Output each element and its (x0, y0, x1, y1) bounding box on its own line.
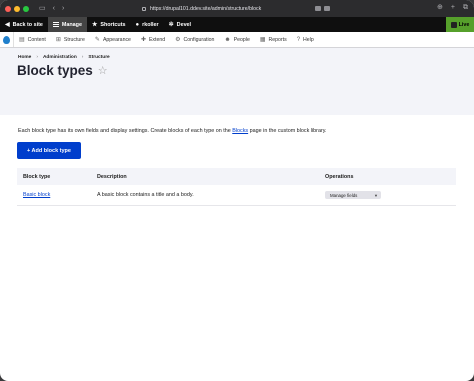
menu-item-people[interactable]: ☻ People (219, 37, 254, 43)
breadcrumb-structure[interactable]: Structure (88, 55, 109, 60)
new-tab-icon[interactable]: + (451, 4, 455, 11)
breadcrumb-separator: › (36, 55, 38, 60)
devel-tab[interactable]: ✲ Devel (164, 17, 196, 32)
user-icon: ● (135, 21, 140, 28)
address-bar[interactable]: https://drupal101.ddev.site/admin/struct… (142, 3, 330, 14)
url-text[interactable]: https://drupal101.ddev.site/admin/struct… (150, 6, 312, 12)
tabs-overview-icon[interactable]: ⧉ (463, 4, 468, 11)
table-row: Basic block A basic block contains a tit… (17, 185, 456, 206)
operations-cell: Manage fields ▼ (325, 191, 456, 199)
manage-label: Manage (61, 21, 82, 28)
lock-icon (142, 6, 146, 11)
structure-icon: ⊞ (55, 37, 61, 43)
menu-item-structure[interactable]: ⊞ Structure (51, 36, 90, 44)
chevron-down-icon[interactable]: ▼ (374, 193, 378, 198)
shortcuts-tab[interactable]: ★ Shortcuts (87, 17, 131, 32)
block-types-table: Block type Description Operations Basic … (17, 168, 456, 206)
breadcrumb-separator: › (81, 55, 84, 60)
environment-icon (450, 21, 457, 28)
description-text-after: page in the custom block library. (248, 128, 327, 134)
breadcrumb-administration[interactable]: Administration (43, 55, 77, 60)
manage-tab[interactable]: Manage (47, 17, 87, 32)
admin-menu-tray: ▤ Content ⊞ Structure ✎ Appearance ✚ Extend … (0, 32, 474, 48)
column-header-description: Description (97, 173, 127, 180)
menu-item-label: Appearance (102, 36, 131, 43)
menu-item-extend[interactable]: ✚ Extend (136, 36, 170, 44)
user-tab[interactable]: ● rkoller (131, 17, 164, 32)
menu-item-label: Extend (148, 36, 166, 43)
drupal-drop-icon (3, 35, 10, 44)
reader-icon[interactable] (324, 6, 330, 11)
menu-item-reports[interactable]: ▦ Reports (255, 36, 292, 44)
menu-item-help[interactable]: ? Help (292, 37, 319, 43)
extension-icon[interactable] (315, 6, 321, 11)
column-header-block-type: Block type (23, 173, 51, 180)
gear-icon: ✲ (168, 22, 174, 28)
drupal-toolbar: ◀ Back to site Manage ★ Shortcuts ● rkol… (0, 17, 474, 32)
back-arrow-icon[interactable]: ‹ (53, 5, 55, 12)
menu-item-label: Content (27, 36, 46, 43)
back-to-site-link[interactable]: ◀ Back to site (0, 17, 48, 32)
menu-item-label: People (233, 36, 250, 43)
breadcrumb: Home › Administration › Structure (18, 55, 110, 60)
extend-icon: ✚ (140, 37, 146, 43)
content-icon: ▤ (19, 37, 25, 43)
menu-item-label: Structure (63, 36, 85, 43)
live-environment-badge[interactable]: Live (446, 17, 474, 32)
description-cell: A basic block contains a title and a bod… (97, 192, 194, 198)
sidebar-toggle-icon[interactable]: ▭ (39, 5, 46, 12)
block-type-cell: Basic block (17, 192, 97, 198)
browser-bar: ▭ ‹ › https://drupal101.ddev.site/admin/… (0, 0, 474, 17)
shortcuts-label: Shortcuts (100, 21, 126, 28)
table-header: Block type Description Operations (17, 168, 456, 185)
page-header: Home › Administration › Structure Block … (0, 48, 474, 115)
user-label: rkoller (142, 21, 159, 28)
close-window-button[interactable] (5, 5, 11, 12)
star-icon: ★ (91, 22, 98, 28)
minimize-window-button[interactable] (14, 5, 20, 12)
browser-window: ▭ ‹ › https://drupal101.ddev.site/admin/… (0, 0, 474, 381)
zoom-window-button[interactable] (23, 5, 29, 12)
menu-item-label: Help (303, 36, 314, 43)
block-type-link[interactable]: Basic block (23, 192, 50, 198)
menu-icon (52, 22, 59, 27)
manage-fields-label: Manage fields (330, 192, 358, 198)
forward-arrow-icon[interactable]: › (62, 5, 64, 12)
description-text-before: Each block type has its own fields and d… (18, 128, 233, 134)
page-title: Block types (17, 63, 93, 78)
reports-icon: ▦ (259, 37, 266, 43)
appearance-icon: ✎ (94, 37, 100, 43)
menu-item-appearance[interactable]: ✎ Appearance (90, 36, 136, 44)
download-icon[interactable]: ⊕ (437, 4, 443, 11)
configuration-icon: ⚙ (175, 37, 181, 43)
menu-item-label: Configuration (183, 36, 215, 43)
blocks-link[interactable]: Blocks (232, 128, 248, 134)
menu-item-configuration[interactable]: ⚙ Configuration (170, 36, 219, 44)
page-title-row: Block types ☆ (17, 63, 108, 78)
back-circle-icon: ◀ (5, 22, 10, 28)
manage-fields-dropbutton[interactable]: Manage fields ▼ (325, 191, 381, 199)
menu-item-label: Reports (268, 36, 287, 43)
devel-label: Devel (176, 21, 192, 28)
people-icon: ☻ (224, 36, 231, 43)
page-description: Each block type has its own fields and d… (18, 128, 327, 134)
star-outline-icon[interactable]: ☆ (98, 64, 108, 77)
add-block-type-button[interactable]: + Add block type (17, 142, 81, 159)
column-header-operations: Operations (325, 173, 354, 180)
live-label: Live (458, 21, 470, 28)
menu-item-content[interactable]: ▤ Content (14, 36, 51, 44)
back-to-site-label: Back to site (12, 21, 43, 28)
breadcrumb-home[interactable]: Home (18, 55, 31, 60)
drupal-logo[interactable] (0, 32, 14, 47)
help-icon: ? (296, 36, 301, 43)
